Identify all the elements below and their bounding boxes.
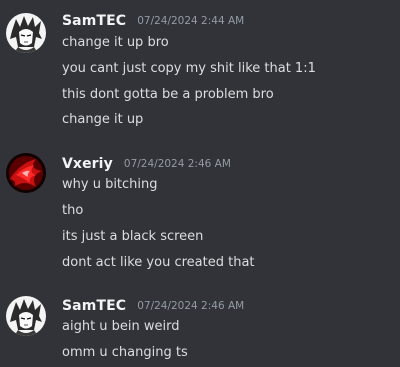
message-line: aight u bein weird xyxy=(62,319,180,334)
message-line: tho xyxy=(62,203,84,218)
username[interactable]: SamTEC xyxy=(62,13,126,29)
anime-character-avatar-icon xyxy=(6,296,46,336)
message-line: change it up xyxy=(62,112,144,127)
avatar[interactable] xyxy=(6,153,46,193)
message-line: dont act like you created that xyxy=(62,255,255,270)
message-header: SamTEC 07/24/2024 2:46 AM xyxy=(62,295,244,315)
message-line: why u bitching xyxy=(62,177,158,192)
avatar[interactable] xyxy=(6,296,46,336)
message-header: Vxeriy 07/24/2024 2:46 AM xyxy=(62,153,231,173)
message-header: SamTEC 07/24/2024 2:44 AM xyxy=(62,10,244,30)
message-line: omm u changing ts xyxy=(62,345,188,360)
avatar[interactable] xyxy=(6,13,46,53)
message-line: this dont gotta be a problem bro xyxy=(62,87,274,102)
anime-character-avatar-icon xyxy=(6,13,46,53)
message-line: you cant just copy my shit like that 1:1 xyxy=(62,61,316,76)
username[interactable]: SamTEC xyxy=(62,298,126,314)
timestamp: 07/24/2024 2:44 AM xyxy=(137,15,245,27)
message-line: its just a black screen xyxy=(62,229,204,244)
chat-message-list: SamTEC 07/24/2024 2:44 AM change it up b… xyxy=(0,0,400,367)
message-line: change it up bro xyxy=(62,35,169,50)
username[interactable]: Vxeriy xyxy=(62,156,113,172)
timestamp: 07/24/2024 2:46 AM xyxy=(137,300,245,312)
red-abstract-avatar-icon xyxy=(6,153,46,193)
timestamp: 07/24/2024 2:46 AM xyxy=(123,158,231,170)
